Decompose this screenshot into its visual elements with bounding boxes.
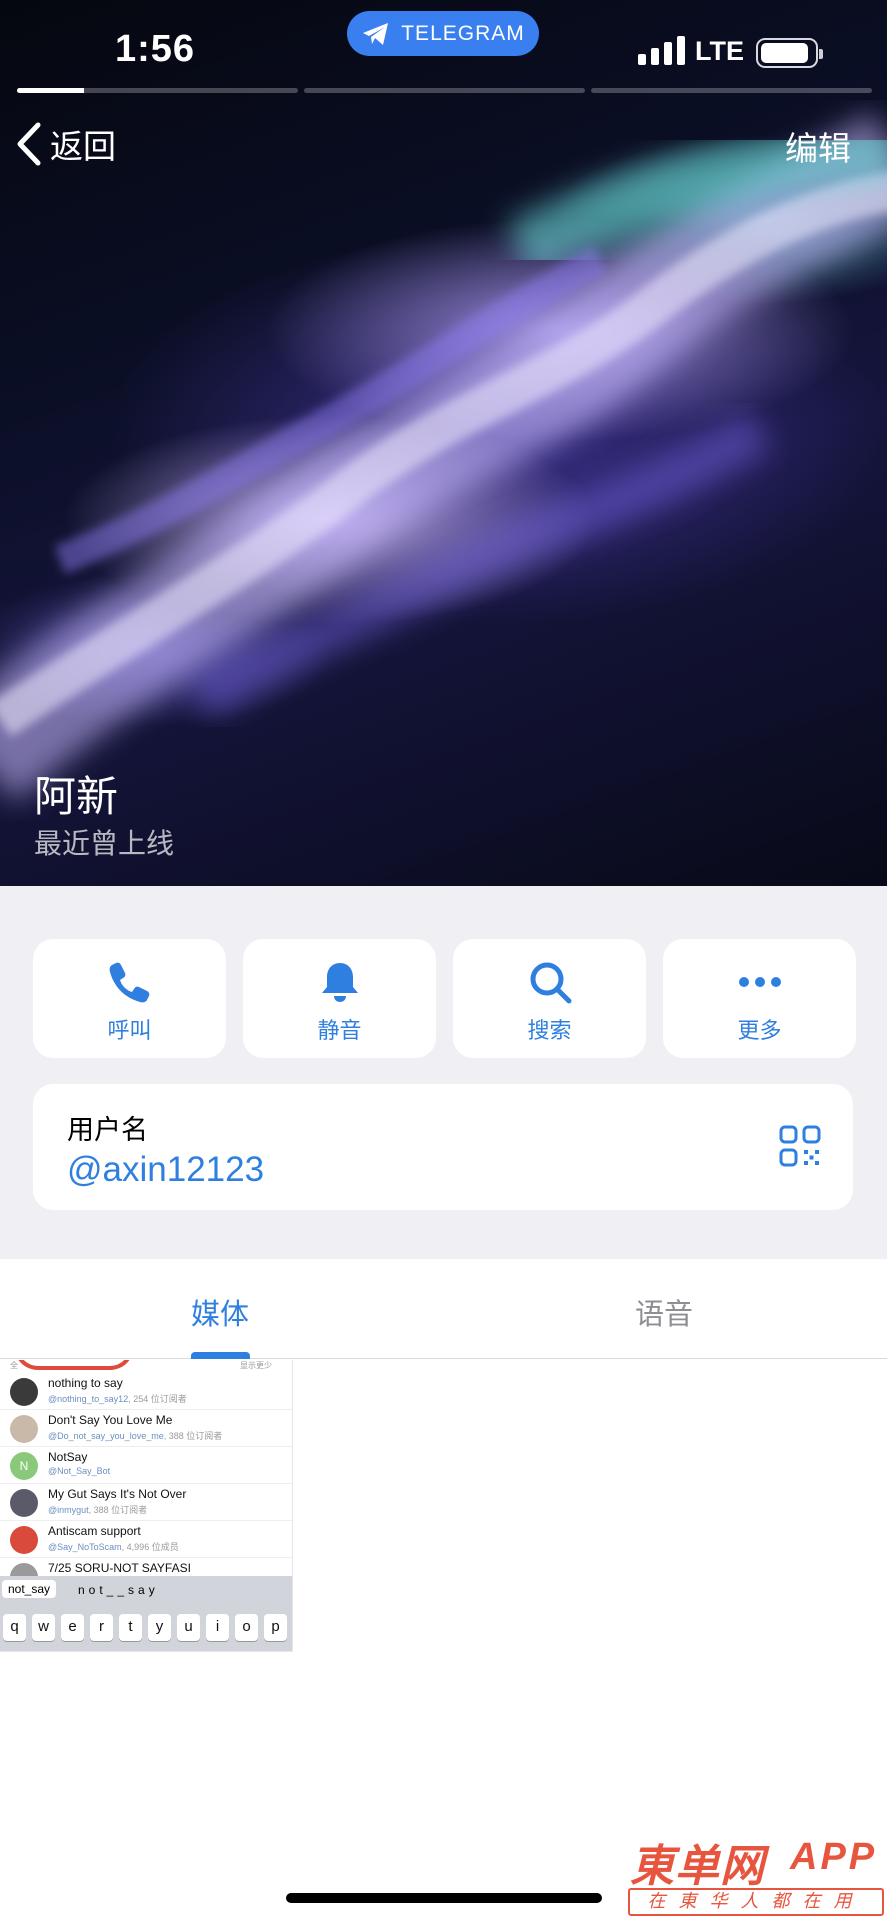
keyboard-row: qwertyuiop: [3, 1614, 287, 1641]
media-tabbar: 媒体 语音: [0, 1259, 887, 1359]
shared-media-section: 媒体 语音 全 显示更少 nothing to say @nothing_to_…: [0, 1259, 887, 1919]
call-button[interactable]: 呼叫: [33, 939, 226, 1058]
avatar: N: [10, 1452, 38, 1480]
key-e: e: [61, 1614, 84, 1641]
qr-code-icon[interactable]: [779, 1125, 821, 1167]
keyboard: not_say not__say qwertyuiop: [0, 1576, 292, 1651]
smoke-artwork: [0, 112, 887, 802]
mute-button[interactable]: 静音: [243, 939, 436, 1058]
key-w: w: [32, 1614, 55, 1641]
watermark-sub: 在東华人都在用: [628, 1888, 884, 1916]
key-y: y: [148, 1614, 171, 1641]
key-t: t: [119, 1614, 142, 1641]
list-item-title: My Gut Says It's Not Over: [48, 1487, 187, 1501]
edit-button[interactable]: 编辑: [785, 122, 851, 170]
list-item: My Gut Says It's Not Over @inmygut, 388 …: [0, 1484, 292, 1521]
list-item-subtitle: @nothing_to_say12, 254 位订阅者: [48, 1394, 187, 1404]
username-card[interactable]: 用户名 @axin12123: [33, 1084, 853, 1210]
profile-status: 最近曾上线: [34, 827, 175, 860]
story-segment: [304, 88, 585, 93]
list-item-subtitle: @inmygut, 388 位订阅者: [48, 1505, 148, 1515]
profile-photo[interactable]: 1:56 TELEGRAM LTE 返回 编辑 阿新 最近曾上线: [0, 0, 887, 886]
thumbnail-hint-left: 全: [10, 1361, 18, 1370]
watermark-app: APP: [790, 1836, 878, 1878]
more-icon: [738, 977, 781, 987]
list-item: Don't Say You Love Me @Do_not_say_you_lo…: [0, 1410, 292, 1447]
thumbnail-hint-right: 显示更少: [240, 1361, 272, 1370]
list-item-title: NotSay: [48, 1450, 88, 1464]
watermark-main: 東单网: [630, 1841, 765, 1892]
status-time: 1:56: [115, 28, 196, 70]
story-segment: [17, 88, 298, 93]
call-label: 呼叫: [107, 1019, 152, 1044]
tab-indicator: [191, 1352, 250, 1359]
home-indicator[interactable]: [286, 1893, 602, 1903]
story-segment: [591, 88, 872, 93]
mute-label: 静音: [317, 1019, 362, 1044]
key-p: p: [264, 1614, 287, 1641]
telegram-pill[interactable]: TELEGRAM: [347, 11, 539, 56]
red-circle-annotation: [14, 1360, 134, 1370]
list-item-subtitle: @Say_NoToScam, 4,996 位成员: [48, 1542, 179, 1552]
media-thumbnail[interactable]: 全 显示更少 nothing to say @nothing_to_say12,…: [0, 1360, 293, 1652]
list-item-subtitle: @Do_not_say_you_love_me, 388 位订阅者: [48, 1431, 223, 1441]
key-o: o: [235, 1614, 258, 1641]
network-type: LTE: [695, 36, 744, 66]
suggestion-2: not__say: [78, 1583, 159, 1597]
key-u: u: [177, 1614, 200, 1641]
avatar: [10, 1378, 38, 1406]
search-button[interactable]: 搜索: [453, 939, 646, 1058]
tab-media[interactable]: 媒体: [191, 1291, 249, 1333]
story-progress: [17, 88, 872, 93]
search-label: 搜索: [527, 1019, 572, 1044]
bell-icon: [321, 963, 358, 1002]
tab-voice[interactable]: 语音: [635, 1291, 693, 1333]
avatar: [10, 1526, 38, 1554]
key-i: i: [206, 1614, 229, 1641]
back-label: 返回: [50, 127, 116, 166]
profile-name: 阿新: [34, 772, 119, 821]
more-label: 更多: [737, 1019, 782, 1044]
watermark-logo: 東单网 APP 在東华人都在用: [628, 1830, 886, 1919]
app-pill-label: TELEGRAM: [401, 21, 525, 45]
phone-icon: [109, 962, 149, 1003]
action-buttons: 呼叫 静音 搜索 更多: [33, 939, 856, 1058]
key-q: q: [3, 1614, 26, 1641]
key-r: r: [90, 1614, 113, 1641]
list-item-title: nothing to say: [48, 1376, 123, 1390]
list-item-title: Antiscam support: [48, 1524, 141, 1538]
back-button[interactable]: 返回: [14, 120, 116, 168]
list-item: nothing to say @nothing_to_say12, 254 位订…: [0, 1373, 292, 1410]
signal-icon: [638, 36, 685, 65]
list-item-title: Don't Say You Love Me: [48, 1413, 173, 1427]
more-button[interactable]: 更多: [663, 939, 856, 1058]
battery-icon: [756, 38, 823, 68]
list-item: Antiscam support @Say_NoToScam, 4,996 位成…: [0, 1521, 292, 1558]
username-value[interactable]: @axin12123: [67, 1150, 264, 1190]
search-icon: [530, 962, 571, 1004]
list-item-subtitle: @Not_Say_Bot: [48, 1466, 111, 1476]
username-label: 用户名: [67, 1115, 148, 1146]
list-item-title: 7/25 SORU-NOT SAYFASI: [48, 1561, 191, 1575]
telegram-icon: [363, 22, 389, 45]
thumbnail-header: 全 显示更少: [0, 1360, 292, 1372]
avatar: [10, 1489, 38, 1517]
list-item: N NotSay @Not_Say_Bot: [0, 1447, 292, 1484]
avatar: [10, 1415, 38, 1443]
chevron-left-icon: [17, 122, 41, 166]
suggestion-1: not_say: [2, 1580, 57, 1598]
keyboard-suggestions: not_say not__say: [0, 1576, 292, 1606]
